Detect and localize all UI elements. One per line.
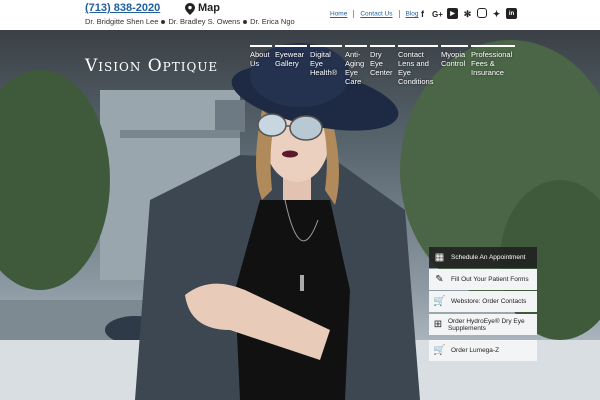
doctor-name: Dr. Erica Ngo	[250, 17, 295, 26]
map-pin-icon[interactable]	[185, 3, 195, 15]
home-link[interactable]: Home	[330, 11, 347, 18]
top-bar: (713) 838-2020 Map Dr. Bridgitte Shen Le…	[0, 0, 600, 30]
main-nav: About Us Eyewear Gallery Digital Eye Health® An…	[250, 45, 515, 86]
nav-item-label: Health®	[310, 68, 338, 77]
nav-item-about-us[interactable]: About Us	[250, 45, 272, 86]
cta-label: Fill Out Your Patient Forms	[451, 276, 529, 283]
doctor-name: Dr. Bradley S. Owens	[168, 17, 241, 26]
google-plus-icon[interactable]: G+	[432, 8, 443, 20]
phone-link[interactable]: (713) 838-2020	[85, 2, 160, 14]
nav-item-label: Dry	[370, 50, 382, 59]
nav-item-label: About	[250, 50, 270, 59]
nav-item-label: Insurance	[471, 68, 504, 77]
divider	[353, 10, 355, 18]
nav-item-label: Contact	[398, 50, 424, 59]
doctor-name: Dr. Bridgitte Shen Lee	[85, 17, 159, 26]
schedule-appointment-button[interactable]: ▦ Schedule An Appointment	[429, 247, 537, 268]
cta-label: Order Lumega-Z	[451, 347, 500, 354]
nav-item-myopia-control[interactable]: Myopia Control	[441, 45, 468, 86]
hero-banner: Vision Optique About Us Eyewear Gallery Digi…	[0, 30, 600, 400]
linkedin-icon[interactable]: in	[506, 8, 517, 19]
order-lumega-z-button[interactable]: 🛒 Order Lumega-Z	[429, 340, 537, 361]
nav-item-label: Aging	[345, 59, 365, 68]
nav-item-digital-eye-health[interactable]: Digital Eye Health®	[310, 45, 342, 86]
nav-item-label: Digital	[310, 50, 331, 59]
nav-item-eyewear-gallery[interactable]: Eyewear Gallery	[275, 45, 307, 86]
nav-item-label: Conditions	[398, 77, 434, 86]
bullet-dot	[161, 20, 166, 25]
nav-item-label: Eye	[370, 59, 383, 68]
twitter-icon[interactable]: ✦	[491, 8, 502, 20]
map-link[interactable]: Map	[198, 2, 220, 14]
facebook-icon[interactable]: f	[417, 8, 428, 20]
nav-item-label: Eye	[310, 59, 323, 68]
nav-item-label: Gallery	[275, 59, 299, 68]
youtube-icon[interactable]: ▶	[447, 8, 458, 19]
nav-item-label: Us	[250, 59, 260, 68]
contact-us-link[interactable]: Contact Us	[360, 11, 392, 18]
nav-item-label: Professional	[471, 50, 513, 59]
nav-item-label: Eye	[345, 68, 358, 77]
nav-item-label: Fees &	[471, 59, 495, 68]
cart-icon: 🛒	[433, 296, 446, 307]
nav-item-label: Eyewear	[275, 50, 305, 59]
doctor-list: Dr. Bridgitte Shen Lee Dr. Bradley S. Owe…	[85, 17, 295, 26]
site-logo[interactable]: Vision Optique	[85, 56, 218, 76]
cart-icon: 🛒	[433, 345, 446, 356]
patient-forms-button[interactable]: ✎ Fill Out Your Patient Forms	[429, 269, 537, 290]
nav-item-label: Anti-	[345, 50, 361, 59]
calendar-icon: ▦	[434, 252, 445, 263]
webstore-order-contacts-button[interactable]: 🛒 Webstore: Order Contacts	[429, 291, 537, 312]
basket-icon: ⊞	[433, 319, 443, 330]
nav-item-dry-eye-center[interactable]: Dry Eye Center	[370, 45, 395, 86]
cta-label: Order HydroEye® Dry Eye Supplements	[447, 317, 525, 332]
cta-label: Webstore: Order Contacts	[451, 298, 527, 305]
nav-item-professional-fees-insurance[interactable]: Professional Fees & Insurance	[471, 45, 515, 86]
nav-item-label: Eye	[398, 68, 411, 77]
utility-nav: Home Contact Us Blog	[330, 10, 419, 18]
yelp-icon[interactable]: ✻	[462, 8, 473, 20]
divider	[398, 10, 400, 18]
nav-item-label: Care	[345, 77, 362, 86]
order-hydroeye-button[interactable]: ⊞ Order HydroEye® Dry Eye Supplements	[429, 314, 537, 335]
bullet-dot	[243, 20, 248, 25]
social-links: f G+ ▶ ✻ ✦ in	[417, 8, 517, 20]
nav-item-anti-aging-eye-care[interactable]: Anti- Aging Eye Care	[345, 45, 367, 86]
nav-item-contact-lens-eye-conditions[interactable]: Contact Lens and Eye Conditions	[398, 45, 438, 86]
nav-item-label: Myopia	[441, 50, 466, 59]
nav-item-label: Lens and	[398, 59, 429, 68]
instagram-icon[interactable]	[477, 8, 487, 18]
cta-label: Schedule An Appointment	[451, 254, 526, 261]
pencil-icon: ✎	[435, 274, 444, 285]
nav-item-label: Center	[370, 68, 393, 77]
nav-item-label: Control	[441, 59, 466, 68]
